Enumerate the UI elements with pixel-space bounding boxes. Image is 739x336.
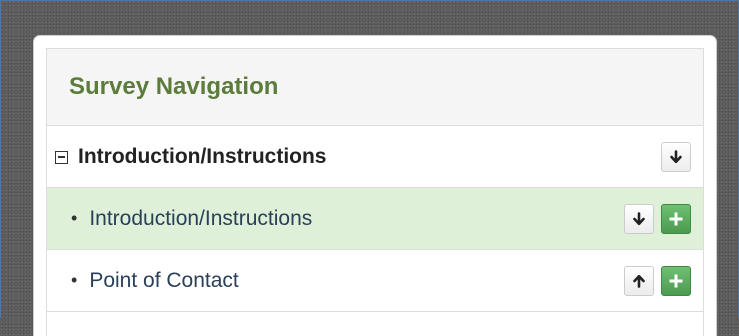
plus-icon — [669, 212, 683, 225]
nav-item-label[interactable]: Introduction/Instructions — [89, 207, 312, 231]
nav-item-introduction-instructions[interactable]: • Introduction/Instructions — [47, 188, 703, 250]
section-buttons — [661, 141, 691, 172]
panel-body: Survey Navigation Introduction/Instructi… — [46, 48, 704, 336]
section-label: Introduction/Instructions — [78, 144, 327, 168]
panel-title: Survey Navigation — [69, 73, 279, 100]
move-down-button[interactable] — [661, 141, 691, 172]
plus-icon — [669, 274, 683, 287]
move-down-button[interactable] — [624, 203, 654, 234]
bullet: • — [71, 208, 78, 228]
add-item-button[interactable] — [661, 265, 691, 296]
add-item-button[interactable] — [661, 203, 691, 234]
nav-item-label[interactable]: Point of Contact — [89, 269, 238, 293]
arrow-down-icon — [633, 211, 645, 225]
item-buttons — [624, 265, 691, 296]
item-buttons — [624, 203, 691, 234]
nav-section-introduction[interactable]: Introduction/Instructions — [47, 126, 703, 188]
bullet: • — [71, 270, 78, 290]
arrow-down-icon — [670, 149, 682, 163]
survey-navigation-panel: Survey Navigation Introduction/Instructi… — [34, 36, 716, 336]
nav-item-point-of-contact[interactable]: • Point of Contact — [47, 250, 703, 312]
move-up-button[interactable] — [624, 265, 654, 296]
collapse-minus-icon[interactable] — [55, 150, 68, 164]
arrow-up-icon — [633, 274, 645, 288]
panel-heading: Survey Navigation — [47, 49, 703, 126]
